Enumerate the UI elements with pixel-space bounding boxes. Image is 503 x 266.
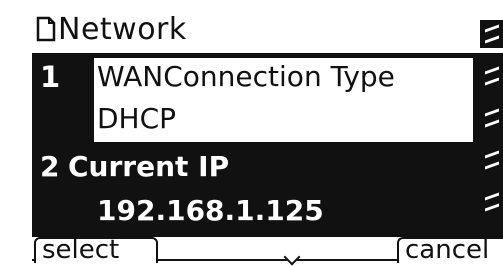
document-icon xyxy=(36,16,56,42)
chevron-down-icon xyxy=(283,248,301,266)
menu-item-index: 2 xyxy=(40,150,60,183)
softkey-bar: select cancel xyxy=(32,237,503,266)
menu-item-label: Current IP xyxy=(68,150,230,183)
menu-item-value: DHCP xyxy=(97,102,177,135)
menu-item-index: 1 xyxy=(40,60,61,94)
lcd-screen: Network 1 WANConnection Type DHCP 2 Curr… xyxy=(0,0,503,266)
scroll-tab-icon xyxy=(480,20,503,48)
scroll-tab-icon xyxy=(480,146,503,174)
select-softkey[interactable]: select xyxy=(34,237,158,263)
scroll-tab-icon xyxy=(480,188,503,216)
menu-item-value: 192.168.1.125 xyxy=(97,194,324,227)
scroll-tab-icon xyxy=(480,104,503,132)
scroll-tab-icon xyxy=(480,62,503,90)
cancel-softkey[interactable]: cancel xyxy=(397,237,503,263)
title-bar: Network xyxy=(36,6,187,52)
page-title: Network xyxy=(58,11,187,47)
menu-item-label: WANConnection Type xyxy=(97,60,395,93)
